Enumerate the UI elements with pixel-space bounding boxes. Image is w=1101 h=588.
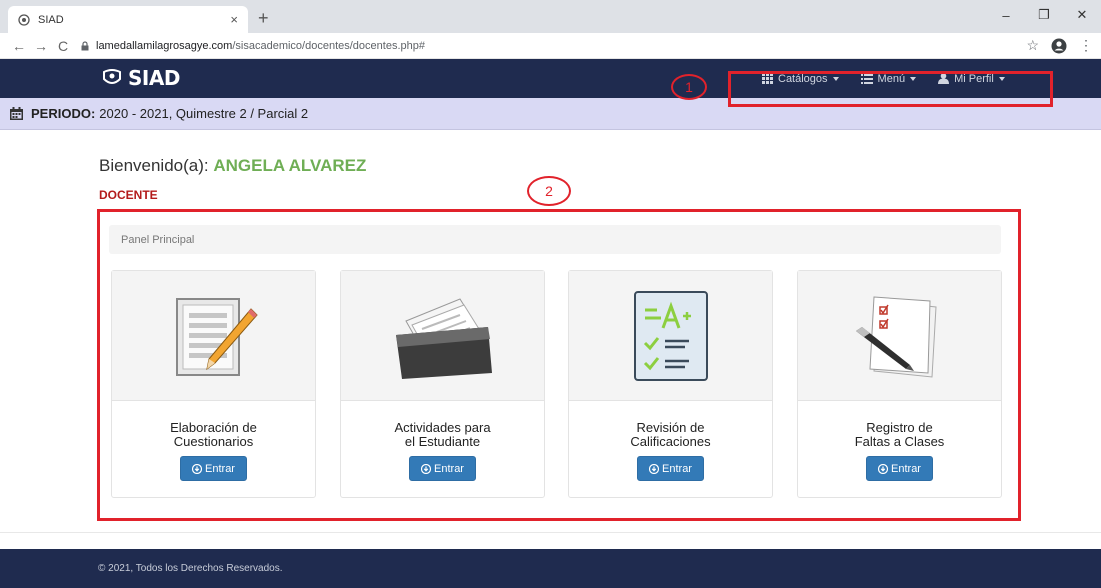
welcome-heading: Bienvenido(a): ANGELA ALVAREZ — [99, 156, 366, 176]
profile-icon[interactable] — [1051, 38, 1067, 54]
annotation-circle-1: 1 — [671, 74, 707, 100]
browser-menu-icon[interactable]: ⋮ — [1079, 37, 1093, 54]
new-tab-button[interactable]: + — [258, 8, 269, 29]
footer: © 2021, Todos los Derechos Reservados. — [0, 549, 1101, 588]
restore-button[interactable]: ❐ — [1025, 0, 1063, 30]
period-value: 2020 - 2021, Quimestre 2 / Parcial 2 — [99, 106, 309, 121]
brand-logo[interactable]: SIAD — [102, 66, 180, 90]
welcome-prefix: Bienvenido(a): — [99, 156, 209, 175]
reload-button[interactable]: C — [52, 38, 74, 54]
back-button[interactable]: ← — [8, 38, 30, 54]
brand-name: SIAD — [128, 66, 180, 90]
annotation-circle-2: 2 — [527, 176, 571, 206]
footer-text: © 2021, Todos los Derechos Reservados. — [98, 563, 283, 574]
user-role: DOCENTE — [99, 188, 158, 202]
browser-tab[interactable]: SIAD × — [8, 6, 248, 33]
calendar-icon — [10, 107, 23, 120]
forward-button[interactable]: → — [30, 38, 52, 54]
tab-close-icon[interactable]: × — [230, 12, 238, 27]
window-controls: – ❐ ✕ — [987, 0, 1101, 30]
lock-icon — [81, 40, 89, 50]
url-host: lamedallamilagrosagye.com — [96, 39, 233, 52]
annotation-box-2 — [97, 209, 1021, 521]
minimize-button[interactable]: – — [987, 0, 1025, 30]
siad-logo-icon — [103, 69, 121, 84]
url-input[interactable]: lamedallamilagrosagye.com/sisacademico/d… — [80, 35, 1016, 57]
annotation-box-1 — [728, 71, 1053, 107]
close-window-button[interactable]: ✕ — [1063, 0, 1101, 30]
footer-divider — [0, 532, 1101, 533]
tab-title: SIAD — [38, 13, 64, 26]
browser-tabstrip: SIAD × + – ❐ ✕ — [0, 0, 1101, 33]
address-bar: ← → C lamedallamilagrosagye.com/sisacade… — [0, 33, 1101, 59]
url-path: /sisacademico/docentes/docentes.php# — [232, 39, 425, 52]
globe-icon — [18, 13, 30, 26]
period-label: PERIODO: — [31, 106, 96, 121]
user-name: ANGELA ALVAREZ — [213, 156, 367, 175]
bookmark-star-icon[interactable]: ☆ — [1026, 37, 1039, 54]
